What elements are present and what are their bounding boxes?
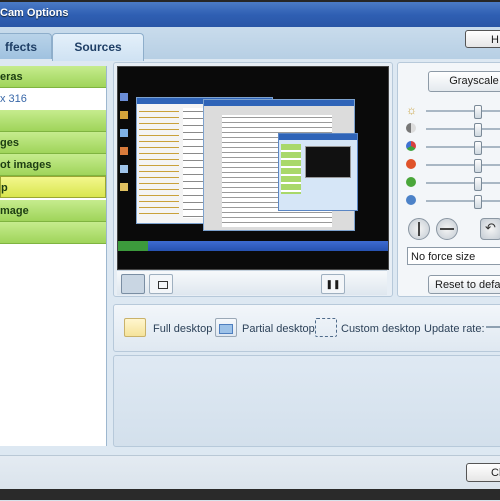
partial-desktop-icon[interactable]: [215, 318, 237, 337]
small-view-icon: [158, 281, 168, 289]
green-slider[interactable]: [426, 177, 500, 191]
color-icon: [406, 141, 416, 151]
partial-area-icon: [219, 324, 233, 334]
help-button[interactable]: H: [465, 30, 500, 48]
source-list: eras x 316 ges ot images p mage: [0, 66, 107, 446]
contrast-slider[interactable]: [426, 123, 500, 137]
green-icon: [406, 177, 416, 187]
blue-slider[interactable]: [426, 195, 500, 209]
sidebar-item-cameras[interactable]: eras: [0, 66, 106, 88]
preview-toolbar: ❚❚: [117, 270, 387, 295]
preview-word-titlebar: [204, 100, 354, 106]
contrast-icon: [406, 123, 416, 133]
sidebar-item-desktop-selected[interactable]: p: [0, 176, 106, 198]
adjustments-panel: Grayscale ☼ ↶ No force size Reset to def…: [397, 62, 500, 297]
force-size-select[interactable]: No force size: [407, 247, 500, 265]
desktop-icon: [120, 129, 128, 137]
color-slider-row: [406, 140, 500, 155]
preview-panel: ❚❚: [113, 62, 393, 297]
blue-slider-row: [406, 194, 500, 209]
sidebar-item-camera-device[interactable]: x 316: [0, 88, 106, 110]
title-bar[interactable]: Cam Options: [0, 0, 500, 27]
help-button-label: H: [491, 34, 499, 46]
brightness-slider[interactable]: [426, 105, 500, 119]
full-view-button[interactable]: [121, 274, 145, 294]
flip-vertical-button[interactable]: [436, 218, 458, 240]
desktop-icon: [120, 183, 128, 191]
partial-desktop-option[interactable]: Partial desktop: [242, 321, 315, 337]
desktop-icon: [120, 111, 128, 119]
flip-horizontal-button[interactable]: [408, 218, 430, 240]
preview-webcam-window: [278, 133, 358, 211]
custom-desktop-option[interactable]: Custom desktop: [341, 321, 420, 337]
reset-to-defaults-button[interactable]: Reset to defaul: [428, 275, 500, 294]
source-options-bar: Full desktop Partial desktop Custom desk…: [113, 304, 500, 352]
grayscale-button[interactable]: Grayscale: [428, 71, 500, 92]
full-desktop-option[interactable]: Full desktop: [153, 321, 212, 337]
close-button[interactable]: Cl: [466, 463, 500, 482]
contrast-slider-row: [406, 122, 500, 137]
rotate-icon: ↶: [485, 220, 496, 235]
screen-bottom-strip: [0, 489, 500, 500]
blue-icon: [406, 195, 416, 205]
preview-start-button: [118, 241, 148, 251]
source-details-panel: [113, 355, 500, 447]
desktop-icon: [120, 165, 128, 173]
contrast-thumb[interactable]: [474, 123, 482, 137]
desktop-preview-image: [117, 66, 389, 270]
custom-desktop-icon[interactable]: [315, 318, 337, 337]
brightness-slider-row: ☼: [406, 103, 500, 119]
small-view-button[interactable]: [149, 274, 173, 294]
flip-horizontal-icon: [418, 222, 420, 236]
color-thumb[interactable]: [474, 141, 482, 155]
sidebar-item-snapshot-images[interactable]: ot images: [0, 154, 106, 176]
red-slider-row: [406, 158, 500, 173]
window-title: Cam Options: [0, 7, 69, 19]
desktop-icon: [120, 93, 128, 101]
sidebar-item-image[interactable]: mage: [0, 200, 106, 222]
tab-strip: ffects Sources: [0, 27, 500, 61]
color-slider[interactable]: [426, 141, 500, 155]
brightness-thumb[interactable]: [474, 105, 482, 119]
pause-icon: ❚❚: [325, 279, 341, 289]
green-slider-row: [406, 176, 500, 191]
update-rate-slider[interactable]: [486, 326, 500, 328]
brightness-icon: ☼: [406, 103, 417, 117]
sidebar-item-other[interactable]: [0, 222, 106, 244]
tab-effects[interactable]: ffects: [0, 33, 52, 60]
red-icon: [406, 159, 416, 169]
preview-folder-tree: [139, 108, 179, 218]
red-thumb[interactable]: [474, 159, 482, 173]
red-slider[interactable]: [426, 159, 500, 173]
preview-webcam-sidebar: [281, 144, 301, 194]
sidebar-item-images[interactable]: ges: [0, 132, 106, 154]
preview-taskbar: [118, 241, 388, 251]
blue-thumb[interactable]: [474, 195, 482, 209]
sidebar-item-desktop[interactable]: [0, 110, 106, 132]
tab-sources[interactable]: Sources: [52, 33, 144, 61]
green-thumb[interactable]: [474, 177, 482, 191]
preview-webcam-titlebar: [279, 134, 357, 140]
full-desktop-icon[interactable]: [124, 318, 146, 337]
pause-button[interactable]: ❚❚: [321, 274, 345, 294]
preview-webcam-nested: [305, 146, 351, 178]
screen-top-strip: [0, 0, 500, 2]
desktop-icon: [120, 147, 128, 155]
update-rate-label: Update rate:: [424, 323, 485, 335]
rotate-button[interactable]: ↶: [480, 218, 500, 240]
flip-vertical-icon: [440, 228, 454, 230]
